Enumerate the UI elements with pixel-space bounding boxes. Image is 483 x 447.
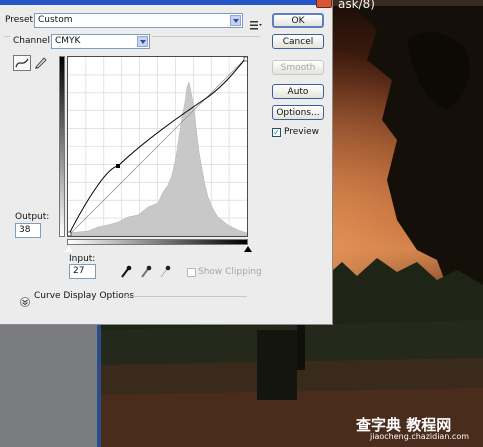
chevron-down-icon[interactable] <box>137 36 148 47</box>
pencil-tool-icon <box>35 57 47 69</box>
curve-display-options-label: Curve Display Options <box>34 291 135 301</box>
preset-value: Custom <box>38 15 73 25</box>
white-eyedropper-icon[interactable] <box>159 264 171 283</box>
output-gradient-bar <box>59 56 65 237</box>
output-field[interactable]: 38 <box>15 223 41 238</box>
options-button[interactable]: Options... <box>272 105 324 120</box>
curve-point[interactable] <box>116 164 120 168</box>
input-field[interactable]: 27 <box>69 264 96 279</box>
input-label: Input: <box>69 254 96 264</box>
smooth-button[interactable]: Smooth <box>272 60 324 75</box>
preset-select[interactable]: Custom <box>34 13 243 28</box>
group-border <box>123 296 247 297</box>
curve-startpoint[interactable] <box>66 231 72 237</box>
curve-endpoint[interactable] <box>243 56 249 62</box>
canvas-edge <box>97 325 101 447</box>
preset-options-icon[interactable] <box>250 15 262 34</box>
channel-value: CMYK <box>55 36 81 46</box>
preset-label: Preset: <box>5 15 37 25</box>
black-eyedropper-icon[interactable] <box>120 264 132 283</box>
watermark-url: jiaocheng.chazidian.com <box>370 432 470 441</box>
input-gradient-bar <box>67 239 248 245</box>
curve-tool-icon <box>15 58 29 68</box>
group-border <box>4 36 10 37</box>
show-clipping-checkbox[interactable] <box>187 268 196 277</box>
preview-label: Preview <box>284 127 320 137</box>
pencil-tool-button[interactable] <box>33 55 51 71</box>
channel-label: Channel: <box>13 36 53 46</box>
document-title: ask/8) <box>338 0 375 11</box>
auto-button[interactable]: Auto <box>272 84 324 99</box>
group-border <box>152 36 260 37</box>
channel-select[interactable]: CMYK <box>51 34 150 49</box>
gray-eyedropper-icon[interactable] <box>140 264 152 283</box>
cancel-button[interactable]: Cancel <box>272 34 324 49</box>
desktop-background <box>0 325 100 447</box>
curve-graph[interactable] <box>66 56 249 237</box>
dialog-close-button[interactable] <box>316 0 332 8</box>
show-clipping-label: Show Clipping <box>198 267 262 277</box>
curve-graph-svg[interactable] <box>66 56 249 237</box>
curve-tool-button[interactable] <box>13 55 31 71</box>
black-point-slider[interactable] <box>65 246 73 252</box>
preview-checkbox[interactable]: ✓ <box>272 128 281 137</box>
ok-button[interactable]: OK <box>272 13 324 28</box>
white-point-slider[interactable] <box>244 246 252 252</box>
output-label: Output: <box>15 212 50 222</box>
expand-chevron-icon[interactable] <box>20 292 30 311</box>
chevron-down-icon[interactable] <box>230 15 241 26</box>
dialog-titlebar <box>0 0 332 5</box>
